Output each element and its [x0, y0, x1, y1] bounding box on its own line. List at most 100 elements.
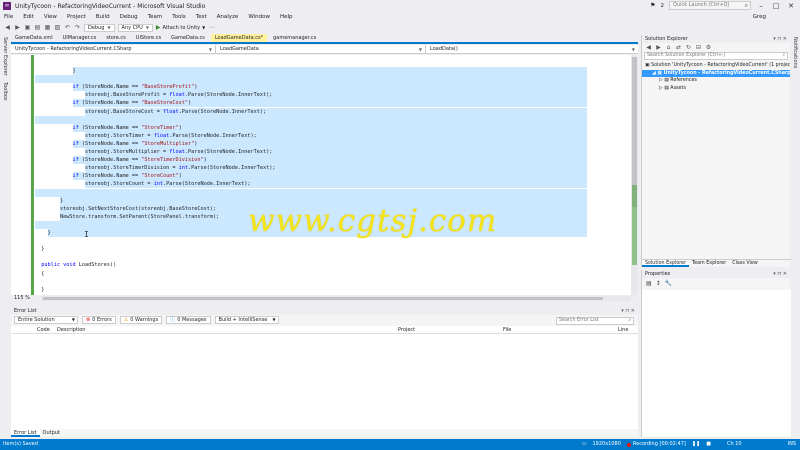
- panel-controls-icon[interactable]: ▾ ⊓ ✕: [773, 270, 787, 278]
- tree-node[interactable]: ▷ ▤ References: [642, 77, 790, 85]
- code-line[interactable]: }: [35, 286, 627, 294]
- code-line[interactable]: }: [35, 245, 627, 253]
- attach-button[interactable]: ▶ Attach to Unity ▼: [156, 24, 205, 31]
- properties-icon[interactable]: ⚙: [705, 44, 712, 51]
- collapse-icon[interactable]: ⊟: [695, 44, 702, 51]
- menu-team[interactable]: Team: [148, 14, 163, 20]
- configuration-dropdown[interactable]: Debug ▼: [84, 23, 115, 32]
- code-line[interactable]: if (StoreNode.Name == "StoreMultiplier"): [35, 139, 627, 148]
- quick-launch-input[interactable]: Quick Launch (Ctrl+Q) ⌕: [669, 1, 751, 10]
- code-line[interactable]: {: [35, 270, 627, 278]
- tab-team-explorer[interactable]: Team Explorer: [689, 260, 729, 267]
- forward-icon[interactable]: ▶: [655, 44, 662, 51]
- menu-file[interactable]: File: [4, 14, 13, 20]
- code-line[interactable]: storeobj.StoreCount = int.Parse(StoreNod…: [35, 180, 627, 189]
- platform-dropdown[interactable]: Any CPU ▼: [117, 23, 153, 32]
- code-line[interactable]: public void LoadStores(): [35, 261, 627, 269]
- code-line[interactable]: }: [35, 67, 627, 76]
- panel-controls-icon[interactable]: ▾ ⊓ ✕: [621, 307, 635, 315]
- zoom-level[interactable]: 115 %: [14, 295, 30, 301]
- project-dropdown[interactable]: UnityTycoon - RefactoringVideoCurrent.CS…: [11, 44, 216, 54]
- new-project-icon[interactable]: ▣: [24, 24, 31, 31]
- scope-dropdown[interactable]: Entire Solution ▼: [14, 316, 78, 324]
- stop-icon[interactable]: ■: [706, 439, 711, 450]
- redo-icon[interactable]: ↷: [74, 24, 81, 31]
- open-icon[interactable]: ▤: [34, 24, 41, 31]
- code-line[interactable]: storeobj.StoreTimerDivision = int.Parse(…: [35, 164, 627, 173]
- warnings-filter-button[interactable]: ⚠ 0 Warnings: [119, 316, 163, 324]
- column-code[interactable]: Code: [37, 326, 50, 334]
- tab-gamedata-xml[interactable]: GameData.xml: [11, 34, 57, 42]
- code-line[interactable]: [35, 253, 627, 261]
- class-dropdown[interactable]: LoadGameData ▼: [216, 44, 426, 54]
- code-line[interactable]: [35, 115, 627, 124]
- alphabetical-icon[interactable]: ↕: [656, 280, 661, 287]
- categorized-icon[interactable]: ▤: [646, 280, 652, 287]
- column-file[interactable]: File: [503, 326, 511, 334]
- tab-class-view[interactable]: Class View: [729, 260, 761, 267]
- column-description[interactable]: Description: [57, 326, 85, 334]
- menu-window[interactable]: Window: [248, 14, 270, 20]
- menu-help[interactable]: Help: [280, 14, 293, 20]
- menu-test[interactable]: Test: [196, 14, 207, 20]
- server-explorer-tab[interactable]: Server Explorer: [2, 37, 8, 76]
- forward-icon[interactable]: ▶: [14, 24, 21, 31]
- code-line[interactable]: if (StoreNode.Name == "StoreTimer"): [35, 123, 627, 132]
- back-icon[interactable]: ◀: [645, 44, 652, 51]
- code-line[interactable]: if (StoreNode.Name == "BaseStoreCost"): [35, 99, 627, 108]
- code-line[interactable]: storeobj.StoreTimer = float.Parse(StoreN…: [35, 131, 627, 140]
- wrench-icon[interactable]: 🔧: [665, 280, 672, 287]
- code-editor[interactable]: } if (StoreNode.Name == "BaseStoreProfit…: [11, 55, 631, 295]
- save-icon[interactable]: ▦: [44, 24, 51, 31]
- tab-gamedata-cs[interactable]: GameData.cs: [167, 34, 209, 42]
- sync-icon[interactable]: ⇄: [675, 44, 682, 51]
- menu-build[interactable]: Build: [96, 14, 110, 20]
- error-list-search-input[interactable]: Search Error List ⌕: [556, 317, 634, 325]
- minimize-button[interactable]: –: [756, 2, 766, 10]
- tree-node[interactable]: ▣ Solution 'UnityTycoon - RefactoringVid…: [642, 62, 790, 70]
- editor-horizontal-scrollbar[interactable]: [41, 296, 631, 301]
- hscroll-thumb[interactable]: [43, 297, 603, 300]
- close-button[interactable]: ✕: [786, 2, 796, 10]
- menu-project[interactable]: Project: [67, 14, 86, 20]
- save-all-icon[interactable]: ▧: [54, 24, 61, 31]
- tab-error-list[interactable]: Error List: [11, 429, 40, 437]
- member-dropdown[interactable]: LoadData() ▼: [426, 45, 638, 54]
- code-line[interactable]: [35, 188, 627, 197]
- menu-tools[interactable]: Tools: [172, 14, 186, 20]
- code-line[interactable]: storeobj.BaseStoreCost = float.Parse(Sto…: [35, 107, 627, 116]
- column-project[interactable]: Project: [398, 326, 415, 334]
- back-icon[interactable]: ◀: [4, 24, 11, 31]
- tab-solution-explorer[interactable]: Solution Explorer: [642, 260, 690, 267]
- notification-flag-icon[interactable]: ⚑: [650, 2, 655, 9]
- build-filter-dropdown[interactable]: Build + IntelliSense ▼: [214, 316, 279, 324]
- code-line[interactable]: [35, 75, 627, 84]
- home-icon[interactable]: ⌂: [665, 44, 672, 51]
- user-name[interactable]: Greg: [753, 14, 766, 20]
- messages-filter-button[interactable]: ⓘ 0 Messages: [166, 316, 211, 324]
- menu-view[interactable]: View: [44, 14, 57, 20]
- tab-gamemanager-cs[interactable]: gamemanager.cs: [269, 34, 320, 42]
- refresh-icon[interactable]: ↻: [685, 44, 692, 51]
- notifications-tab[interactable]: Notifications: [792, 37, 798, 68]
- tab-uimanager-cs[interactable]: UIManager.cs: [59, 34, 101, 42]
- solution-search-input[interactable]: Search Solution Explorer (Ctrl+;) ⌕: [644, 52, 788, 60]
- maximize-button[interactable]: □: [771, 2, 781, 10]
- menu-analyze[interactable]: Analyze: [217, 14, 239, 20]
- column-line[interactable]: Line: [618, 326, 628, 334]
- menu-debug[interactable]: Debug: [120, 14, 138, 20]
- tree-node[interactable]: ◢ ▦ UnityTycoon - RefactoringVideoCurren…: [642, 69, 790, 77]
- toolbox-tab[interactable]: Toolbox: [2, 82, 8, 101]
- code-line[interactable]: if (StoreNode.Name == "StoreCount"): [35, 172, 627, 181]
- pause-icon[interactable]: ❚❚: [692, 439, 700, 450]
- tab-output[interactable]: Output: [40, 429, 63, 437]
- tab-uistore-cs[interactable]: UIStore.cs: [132, 34, 165, 42]
- code-line[interactable]: if (StoreNode.Name == "StoreTimerDivisio…: [35, 156, 627, 165]
- menu-edit[interactable]: Edit: [23, 14, 34, 20]
- code-line[interactable]: storeobj.StoreMultiplier = float.Parse(S…: [35, 148, 627, 157]
- panel-controls-icon[interactable]: ▾ ⊓ ✕: [773, 35, 787, 43]
- code-line[interactable]: if (StoreNode.Name == "BaseStoreProfit"): [35, 83, 627, 92]
- errors-filter-button[interactable]: ⊗ 0 Errors: [82, 316, 116, 324]
- tree-node[interactable]: ▷ ▤ Assets: [642, 85, 790, 93]
- tab-loadgamedata-cs-[interactable]: LoadGameData.cs*: [210, 34, 268, 42]
